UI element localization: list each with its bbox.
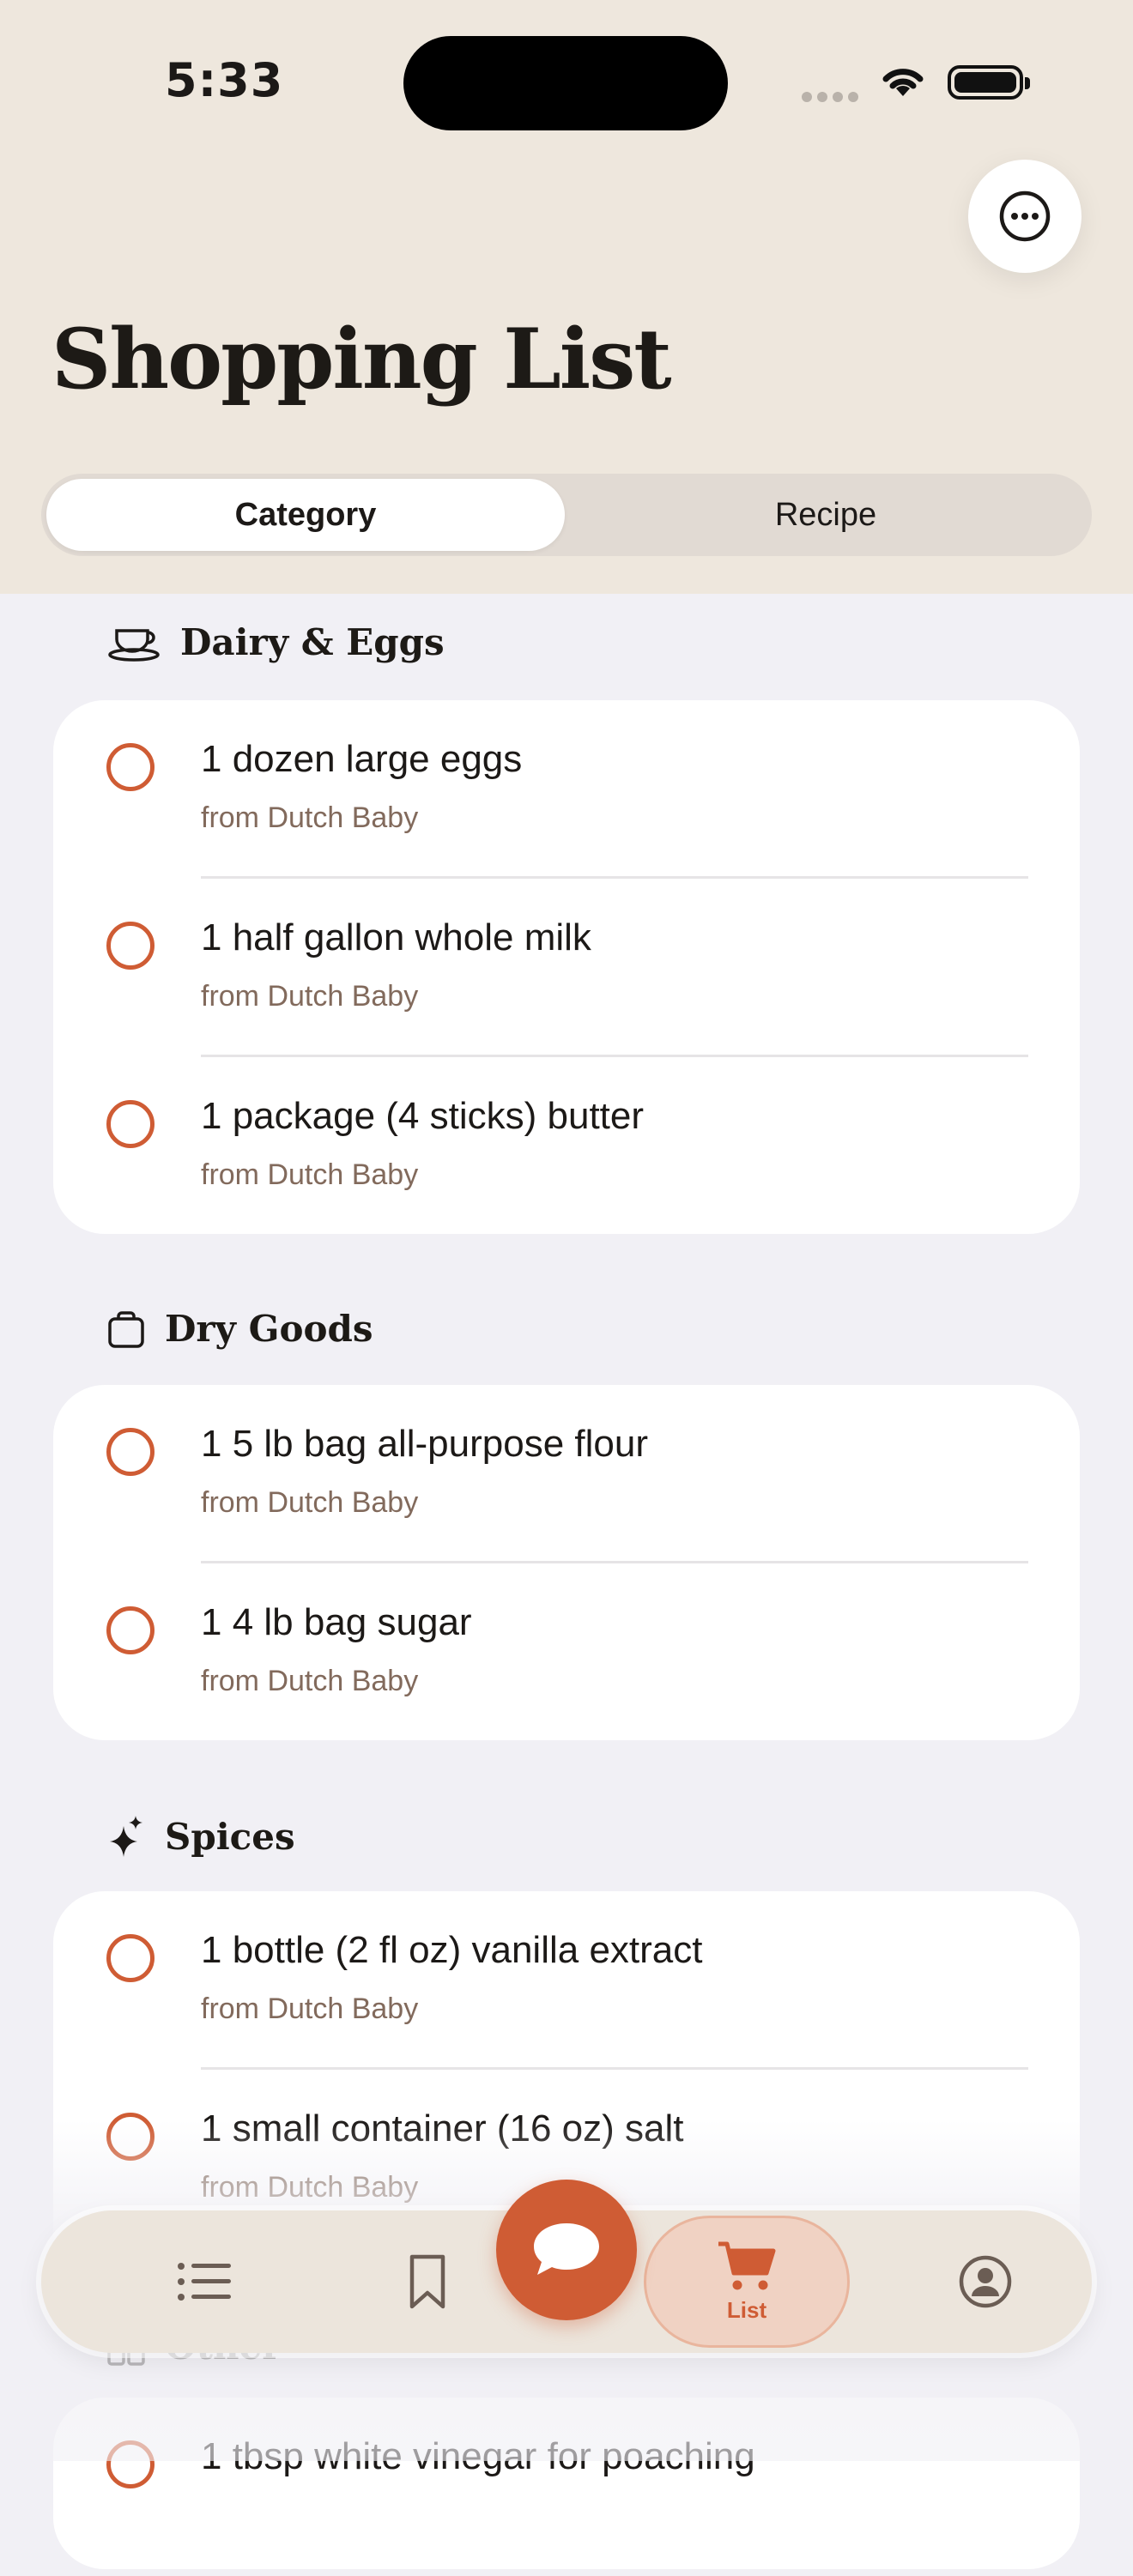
checkbox[interactable]	[106, 743, 154, 791]
section-header-dry-goods: Dry Goods	[106, 1308, 373, 1350]
sparkle-icon	[106, 1814, 146, 1859]
bookmark-icon	[409, 2254, 445, 2309]
checkbox[interactable]	[106, 1428, 154, 1476]
checkbox[interactable]	[106, 1606, 154, 1654]
chat-button[interactable]	[496, 2180, 637, 2320]
list-item[interactable]: 1 tbsp white vinegar for poaching	[53, 2398, 1080, 2576]
battery-icon	[948, 65, 1030, 100]
tab-profile[interactable]	[908, 2210, 1063, 2353]
item-source: from Dutch Baby	[201, 1486, 419, 1519]
list-item[interactable]: 1 bottle (2 fl oz) vanilla extract from …	[53, 1891, 1080, 2070]
checkbox[interactable]	[106, 922, 154, 970]
tab-label: List	[726, 2296, 767, 2323]
section-title: Spices	[165, 1815, 295, 1858]
tab-shopping-list[interactable]: List	[644, 2216, 850, 2348]
list-item[interactable]: 1 4 lb bag sugar from Dutch Baby	[53, 1563, 1080, 1742]
chat-bubble-icon	[534, 2223, 599, 2275]
item-source: from Dutch Baby	[201, 1992, 419, 2025]
item-name: 1 tbsp white vinegar for poaching	[201, 2435, 755, 2477]
dynamic-island	[403, 36, 728, 130]
section-header-dairy-eggs: Dairy & Eggs	[106, 621, 445, 663]
checkbox[interactable]	[106, 1100, 154, 1148]
item-name: 1 4 lb bag sugar	[201, 1601, 472, 1643]
section-header-spices: Spices	[106, 1814, 295, 1859]
list-item[interactable]: 1 package (4 sticks) butter from Dutch B…	[53, 1057, 1080, 1236]
cart-icon	[718, 2241, 776, 2289]
item-source: from Dutch Baby	[201, 2171, 419, 2204]
list-item[interactable]: 1 half gallon whole milk from Dutch Baby	[53, 879, 1080, 1057]
checkbox[interactable]	[106, 1934, 154, 1982]
item-source: from Dutch Baby	[201, 1665, 419, 1697]
checkbox[interactable]	[106, 2113, 154, 2161]
item-source: from Dutch Baby	[201, 1158, 419, 1191]
item-source: from Dutch Baby	[201, 801, 419, 834]
item-name: 1 small container (16 oz) salt	[201, 2107, 684, 2150]
item-name: 1 half gallon whole milk	[201, 916, 591, 958]
category-card-other: 1 tbsp white vinegar for poaching	[53, 2398, 1080, 2569]
item-name: 1 5 lb bag all-purpose flour	[201, 1423, 648, 1465]
page-title: Shopping List	[52, 311, 672, 408]
section-title: Dairy & Eggs	[180, 621, 445, 663]
view-segmented-control: Category Recipe	[41, 474, 1092, 556]
item-name: 1 dozen large eggs	[201, 738, 523, 780]
bag-icon	[106, 1309, 146, 1350]
status-time: 5:33	[165, 53, 284, 107]
teacup-icon	[106, 622, 161, 663]
segment-category[interactable]: Category	[46, 479, 565, 551]
item-name: 1 bottle (2 fl oz) vanilla extract	[201, 1929, 703, 1971]
cellular-signal-icon	[802, 89, 863, 106]
category-card-dry-goods: 1 5 lb bag all-purpose flour from Dutch …	[53, 1385, 1080, 1740]
segment-recipe[interactable]: Recipe	[566, 479, 1085, 551]
header: 5:33 Shopping List Category Recipe	[0, 0, 1133, 594]
more-options-button[interactable]	[968, 160, 1082, 273]
ellipsis-circle-icon	[999, 190, 1051, 242]
section-title: Dry Goods	[165, 1308, 373, 1350]
person-circle-icon	[959, 2255, 1012, 2308]
list-icon	[178, 2263, 231, 2301]
list-item[interactable]: 1 5 lb bag all-purpose flour from Dutch …	[53, 1385, 1080, 1563]
item-source: from Dutch Baby	[201, 980, 419, 1013]
list-item[interactable]: 1 dozen large eggs from Dutch Baby	[53, 700, 1080, 879]
category-card-dairy-eggs: 1 dozen large eggs from Dutch Baby 1 hal…	[53, 700, 1080, 1234]
tab-recipes[interactable]	[127, 2210, 282, 2353]
wifi-icon	[877, 62, 929, 105]
tab-saved[interactable]	[350, 2210, 505, 2353]
checkbox[interactable]	[106, 2440, 154, 2488]
item-name: 1 package (4 sticks) butter	[201, 1095, 645, 1137]
